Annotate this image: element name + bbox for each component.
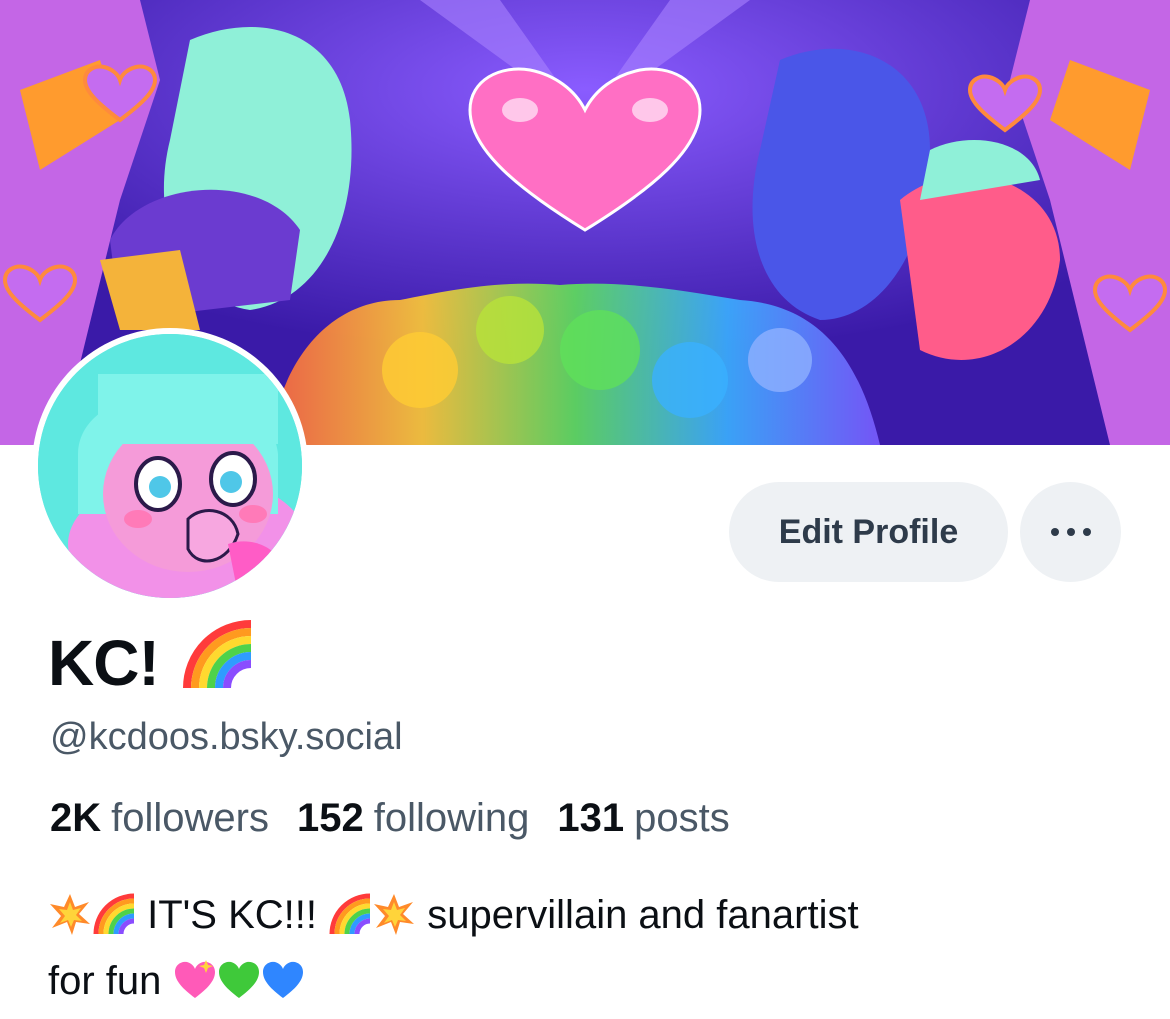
posts-label: posts — [634, 796, 730, 840]
avatar-image — [38, 334, 302, 598]
sparkling-heart-icon — [173, 958, 217, 1018]
display-name: KC! — [48, 618, 255, 707]
following-count: 152 — [296, 796, 364, 840]
user-handle[interactable]: @kcdoos.bsky.social — [50, 716, 403, 759]
bio-text-2: supervillain and fanartist — [416, 893, 859, 937]
bio-text-1: IT'S KC!!! — [136, 893, 329, 937]
more-options-button[interactable] — [1020, 482, 1121, 582]
rainbow-icon — [92, 892, 136, 952]
avatar-artwork — [38, 334, 302, 598]
posts-stat: 131 posts — [557, 796, 729, 841]
profile-bio: IT'S KC!!! supervillain and fanartist fo… — [48, 886, 1128, 1018]
rainbow-icon — [181, 618, 255, 707]
collision-icon — [372, 892, 416, 952]
green-heart-icon — [217, 958, 261, 1018]
following-stat[interactable]: 152 following — [297, 796, 529, 841]
profile-stats: 2K followers 152 following 131 posts — [50, 796, 730, 841]
ellipsis-icon — [1047, 528, 1095, 536]
followers-count: 2K — [50, 796, 102, 840]
followers-stat[interactable]: 2K followers — [50, 796, 269, 841]
display-name-text: KC! — [48, 626, 160, 699]
bio-text-3: for fun — [48, 959, 173, 1003]
following-label: following — [373, 796, 530, 840]
blue-heart-icon — [261, 958, 305, 1018]
edit-profile-button[interactable]: Edit Profile — [729, 482, 1008, 582]
followers-label: followers — [111, 796, 269, 840]
rainbow-icon — [328, 892, 372, 952]
collision-icon — [48, 892, 92, 952]
avatar[interactable] — [32, 328, 308, 604]
posts-count: 131 — [557, 796, 625, 840]
